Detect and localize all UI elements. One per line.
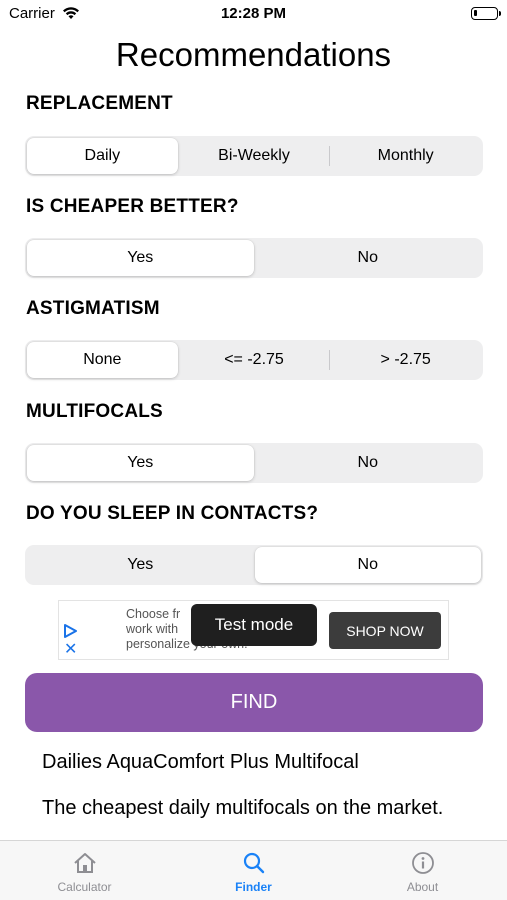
segment-option[interactable]: No bbox=[255, 445, 482, 481]
segment-option[interactable]: Monthly bbox=[330, 138, 481, 174]
segment-option[interactable]: Yes bbox=[27, 547, 254, 583]
multifocals-label: MULTIFOCALS bbox=[26, 401, 163, 422]
tab-label: Finder bbox=[235, 880, 272, 894]
find-button[interactable]: FIND bbox=[25, 673, 483, 732]
test-mode-badge: Test mode bbox=[191, 604, 317, 646]
segment-option[interactable]: Yes bbox=[27, 240, 254, 276]
search-icon bbox=[243, 852, 264, 874]
page-title: Recommendations bbox=[115, 36, 392, 73]
segment-option[interactable]: Daily bbox=[27, 138, 178, 174]
status-time: 12:28 PM bbox=[220, 5, 287, 22]
cheaper-segmented-control[interactable]: Yes No bbox=[25, 238, 483, 278]
multifocals-segmented-control[interactable]: Yes No bbox=[25, 443, 483, 483]
home-icon bbox=[73, 853, 96, 873]
battery-icon bbox=[471, 7, 501, 20]
tab-label: About bbox=[406, 880, 439, 894]
tab-about[interactable]: About bbox=[338, 841, 507, 900]
shop-now-button[interactable]: SHOP NOW bbox=[329, 612, 441, 649]
result-description: The cheapest daily multifocals on the ma… bbox=[42, 797, 444, 819]
status-bar: Carrier 12:28 PM bbox=[0, 0, 507, 28]
segment-option[interactable]: <= -2.75 bbox=[179, 342, 330, 378]
tab-bar: Calculator Finder About bbox=[0, 840, 507, 900]
segment-option[interactable]: None bbox=[27, 342, 178, 378]
result-product-name: Dailies AquaComfort Plus Multifocal bbox=[42, 751, 359, 773]
astigmatism-segmented-control[interactable]: None <= -2.75 > -2.75 bbox=[25, 340, 483, 380]
sleep-in-contacts-label: DO YOU SLEEP IN CONTACTS? bbox=[26, 503, 319, 524]
segment-option[interactable]: No bbox=[254, 547, 481, 583]
tab-label: Calculator bbox=[57, 880, 112, 894]
segment-option[interactable]: > -2.75 bbox=[330, 342, 481, 378]
segment-option[interactable]: Yes bbox=[27, 445, 254, 481]
replacement-label: REPLACEMENT bbox=[26, 93, 173, 114]
segment-option[interactable]: Bi-Weekly bbox=[179, 138, 330, 174]
tab-finder[interactable]: Finder bbox=[169, 841, 338, 900]
info-icon bbox=[411, 852, 434, 874]
cheaper-label: IS CHEAPER BETTER? bbox=[26, 196, 239, 217]
ad-close-icon[interactable]: ✕ bbox=[64, 642, 77, 658]
astigmatism-label: ASTIGMATISM bbox=[26, 298, 160, 319]
tab-calculator[interactable]: Calculator bbox=[0, 841, 169, 900]
sleep-in-contacts-segmented-control[interactable]: Yes No bbox=[25, 545, 483, 585]
replacement-segmented-control[interactable]: Daily Bi-Weekly Monthly bbox=[25, 136, 483, 176]
segment-option[interactable]: No bbox=[255, 240, 482, 276]
